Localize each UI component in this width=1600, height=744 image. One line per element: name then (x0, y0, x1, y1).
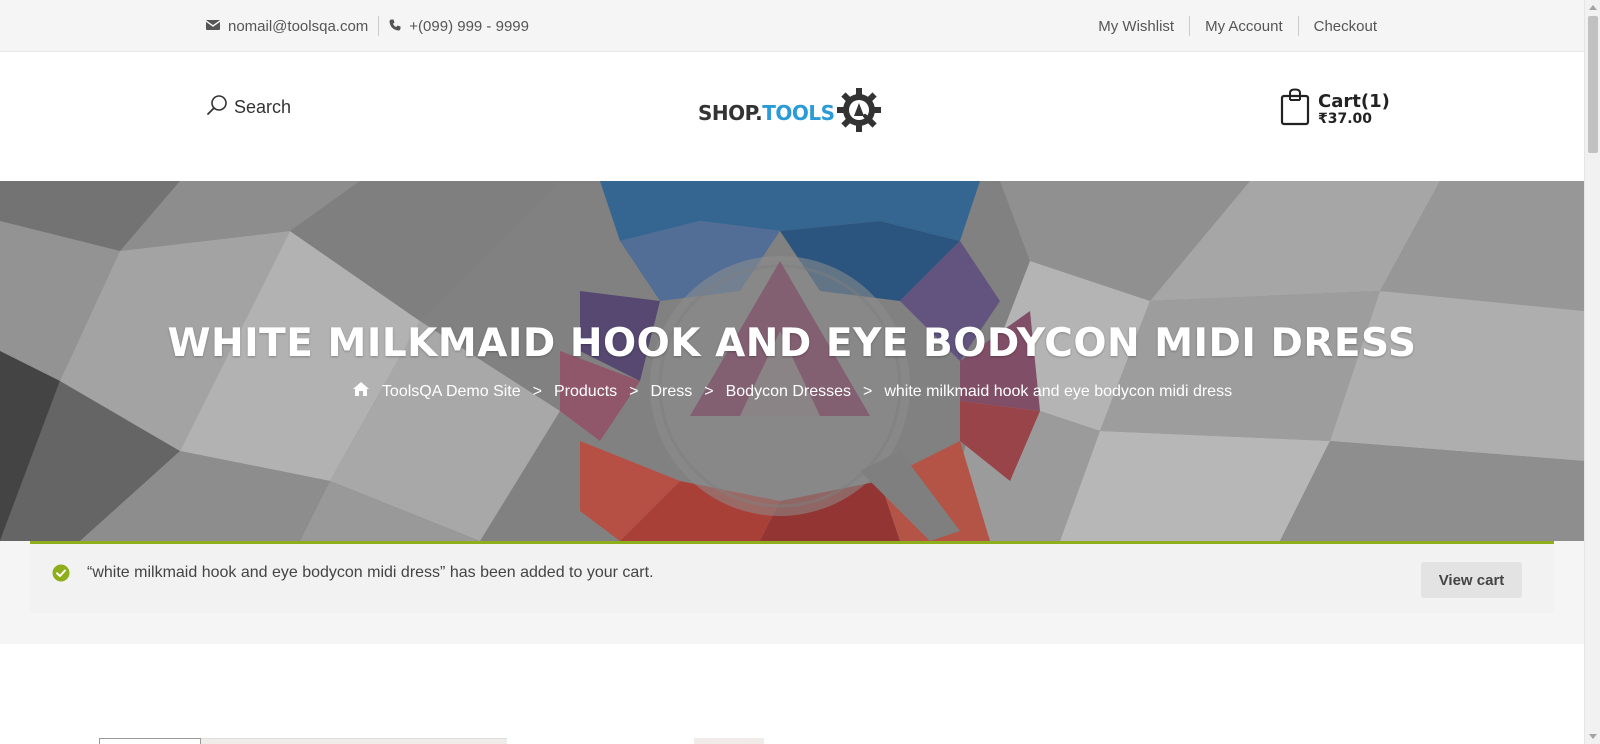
product-thumbnail[interactable] (201, 738, 303, 744)
product-thumbnail[interactable] (405, 738, 507, 744)
search-button[interactable]: Search (206, 94, 291, 121)
top-bar: nomail@toolsqa.com +(099) 999 - 9999 My … (0, 0, 1584, 52)
logo-text: SHOP.TOOLS (698, 100, 835, 125)
site-logo[interactable]: SHOP.TOOLS QA (698, 86, 883, 139)
view-cart-button[interactable]: View cart (1421, 562, 1522, 598)
scrollbar-thumb[interactable] (1588, 16, 1598, 153)
site-header: Search SHOP.TOOLS Cart(1) ₹37.00 (0, 52, 1584, 181)
product-thumbnail[interactable] (99, 738, 201, 744)
check-circle-icon (52, 564, 70, 587)
breadcrumb-separator: > (629, 382, 639, 400)
cart-summary: Cart(1) ₹37.00 (1318, 90, 1390, 127)
mini-cart[interactable]: Cart(1) ₹37.00 (1280, 88, 1390, 131)
divider (1189, 16, 1191, 36)
breadcrumb: ToolsQA Demo Site > Products > Dress > B… (0, 381, 1584, 402)
page-scrollbar[interactable] (1584, 0, 1600, 744)
breadcrumb-separator: > (532, 382, 542, 400)
scroll-down-icon[interactable] (1589, 734, 1597, 739)
cart-added-notice: “white milkmaid hook and eye bodycon mid… (30, 541, 1554, 613)
search-icon (206, 94, 234, 121)
breadcrumb-current: white milkmaid hook and eye bodycon midi… (884, 382, 1233, 400)
divider (378, 16, 380, 36)
home-icon[interactable] (352, 381, 382, 402)
scroll-up-icon[interactable] (1589, 5, 1597, 10)
breadcrumb-separator: > (863, 382, 873, 400)
product-image[interactable] (694, 738, 764, 744)
search-label: Search (234, 97, 292, 117)
product-thumbnail[interactable] (303, 738, 405, 744)
divider (1297, 16, 1299, 36)
my-wishlist-link[interactable]: My Wishlist (1098, 18, 1174, 35)
breadcrumb-home[interactable]: ToolsQA Demo Site (382, 383, 521, 401)
page-title: WHITE MILKMAID HOOK AND EYE BODYCON MIDI… (167, 321, 1417, 366)
breadcrumb-products[interactable]: Products (554, 383, 617, 401)
phone-text: +(099) 999 - 9999 (409, 17, 529, 35)
account-links: My Wishlist My Account Checkout (1098, 0, 1377, 52)
cart-count: Cart(1) (1318, 90, 1390, 112)
cart-total: ₹37.00 (1318, 110, 1373, 127)
page-hero: WHITE MILKMAID HOOK AND EYE BODYCON MIDI… (0, 181, 1584, 541)
breadcrumb-bodycon-dresses[interactable]: Bodycon Dresses (726, 383, 851, 401)
email-contact[interactable]: nomail@toolsqa.com (205, 17, 369, 35)
notice-message: “white milkmaid hook and eye bodycon mid… (87, 564, 654, 581)
breadcrumb-dress[interactable]: Dress (650, 383, 692, 401)
gear-logo-icon (835, 86, 883, 139)
bag-icon (1280, 88, 1310, 131)
phone-icon (389, 18, 409, 35)
envelope-icon (205, 18, 228, 35)
phone-contact[interactable]: +(099) 999 - 9999 (389, 18, 529, 35)
product-thumbnails (99, 738, 507, 744)
checkout-link[interactable]: Checkout (1314, 18, 1377, 35)
email-text: nomail@toolsqa.com (228, 17, 369, 35)
breadcrumb-separator: > (704, 382, 714, 400)
notice-area: “white milkmaid hook and eye bodycon mid… (0, 541, 1584, 644)
contact-info: nomail@toolsqa.com +(099) 999 - 9999 (205, 0, 529, 52)
my-account-link[interactable]: My Account (1205, 18, 1283, 35)
